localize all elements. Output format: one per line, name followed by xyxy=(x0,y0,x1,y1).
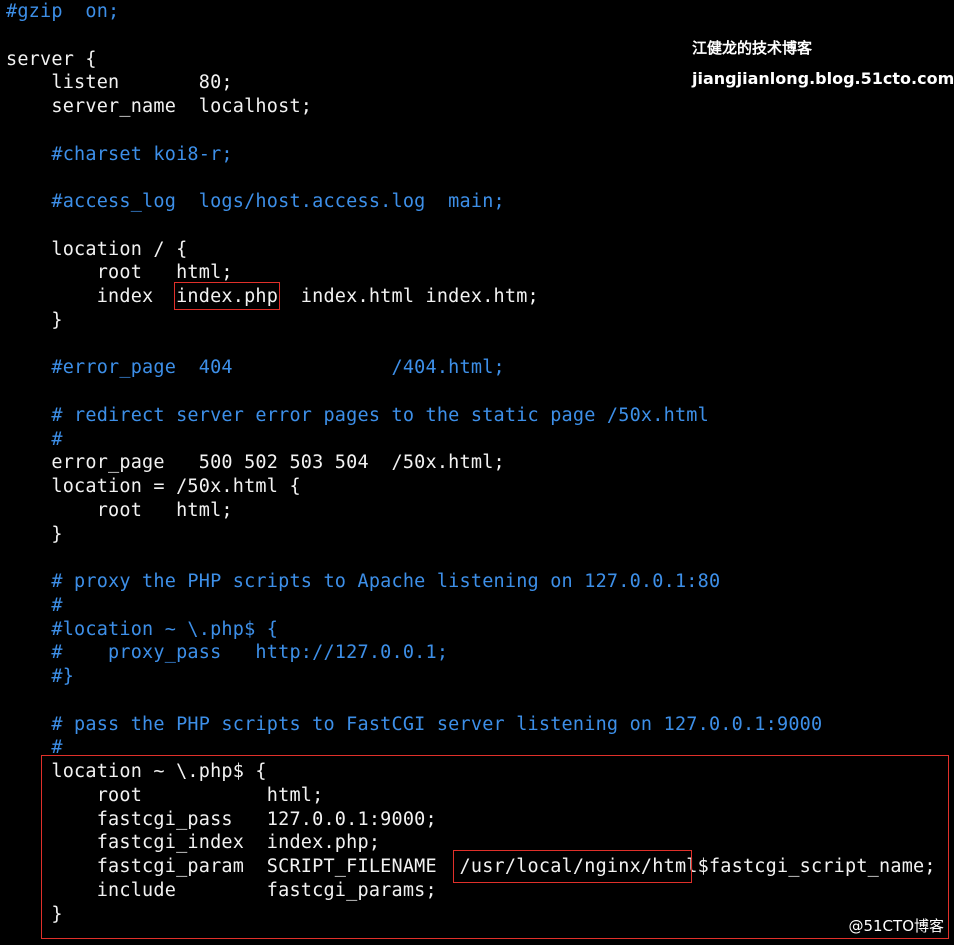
code-line: } xyxy=(6,903,63,925)
comment-line: #error_page 404 /404.html; xyxy=(6,357,505,379)
comment-line: # xyxy=(6,737,63,759)
code-line: error_page 500 502 503 504 /50x.html; xyxy=(6,452,505,474)
code-line: fastcgi_index index.php; xyxy=(6,832,381,854)
comment-line: #} xyxy=(6,666,75,687)
code-line: } xyxy=(6,309,63,331)
comment-line: # proxy the PHP scripts to Apache listen… xyxy=(6,571,721,592)
code-line: root html; xyxy=(6,499,233,521)
comment-line: # redirect server error pages to the sta… xyxy=(6,404,709,426)
code-line: index index.php index.html index.htm; xyxy=(6,286,539,307)
code-line: listen 80; xyxy=(6,72,233,94)
code-line: fastcgi_param SCRIPT_FILENAME /usr/local… xyxy=(6,856,936,877)
code-line: } xyxy=(6,523,63,545)
code-line: location ~ \.php$ { xyxy=(6,761,267,782)
code-line: fastcgi_pass 127.0.0.1:9000; xyxy=(6,808,437,830)
comment-line: # proxy_pass http://127.0.0.1; xyxy=(6,642,449,664)
code-line: server { xyxy=(6,48,97,70)
comment-line: #gzip on; xyxy=(6,1,120,22)
code-line: server_name localhost; xyxy=(6,96,313,117)
code-line: location / { xyxy=(6,238,188,260)
code-line: location = /50x.html { xyxy=(6,476,301,497)
comment-line: # xyxy=(6,594,63,616)
code-line: include fastcgi_params; xyxy=(6,879,437,901)
terminal-window[interactable]: #gzip on; server { listen 80; server_name… xyxy=(0,0,954,945)
comment-line: #access_log logs/host.access.log main; xyxy=(6,191,505,212)
code-line: root html; xyxy=(6,784,324,806)
comment-line: #location ~ \.php$ { xyxy=(6,618,279,640)
watermark-title: 江健龙的技术博客 xyxy=(692,39,813,57)
comment-line: # xyxy=(6,428,63,450)
comment-line: # pass the PHP scripts to FastCGI server… xyxy=(6,713,823,735)
comment-line: #charset koi8-r; xyxy=(6,143,233,165)
watermark-url: jiangjianlong.blog.51cto.com xyxy=(692,69,954,88)
watermark-corner: @51CTO博客 xyxy=(848,917,944,935)
code-line: root html; xyxy=(6,262,233,284)
